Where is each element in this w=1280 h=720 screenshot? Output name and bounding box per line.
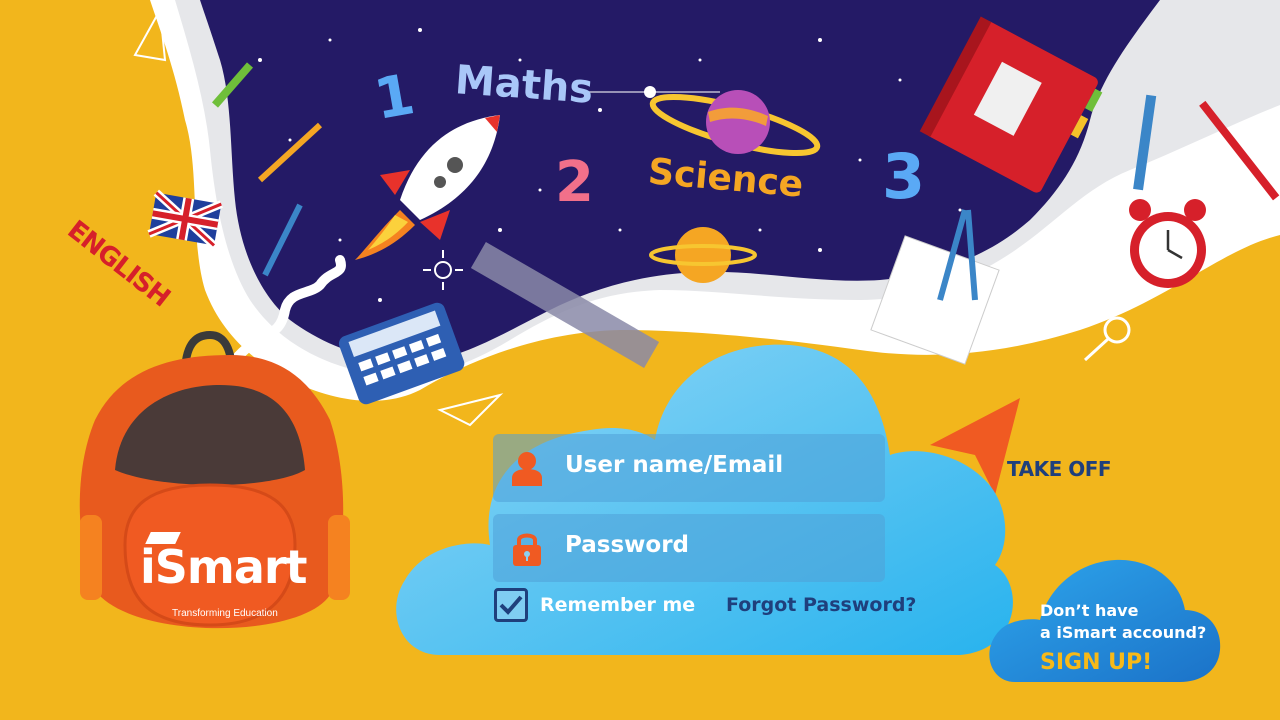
user-icon (512, 452, 542, 486)
number-two: 2 (555, 150, 594, 215)
forgot-password-link[interactable]: Forgot Password? (726, 594, 916, 616)
username-field[interactable]: User name/Email (493, 434, 885, 502)
paper-plane-icon (437, 393, 504, 427)
remember-label: Remember me (540, 594, 696, 616)
signup-question-line2: a iSmart accound? (1040, 623, 1207, 642)
remember-checkbox[interactable] (494, 588, 528, 622)
brand-tagline: Transforming Education (172, 608, 278, 619)
signup-link[interactable]: SIGN UP! (1040, 650, 1152, 675)
signup-question-line1: Don’t have (1040, 601, 1139, 620)
lock-icon (513, 533, 541, 566)
subject-maths: Maths (453, 57, 595, 113)
checkbox-icon (499, 595, 523, 615)
takeoff-button[interactable]: TAKE OFF (1007, 457, 1112, 481)
password-placeholder: Password (565, 532, 689, 558)
username-placeholder: User name/Email (565, 452, 784, 478)
paper-plane-icon (133, 6, 167, 62)
password-field[interactable]: Password (493, 514, 885, 582)
alarm-clock-icon (1129, 199, 1206, 288)
brand-name: iSmart (140, 540, 308, 594)
number-three: 3 (882, 140, 926, 213)
